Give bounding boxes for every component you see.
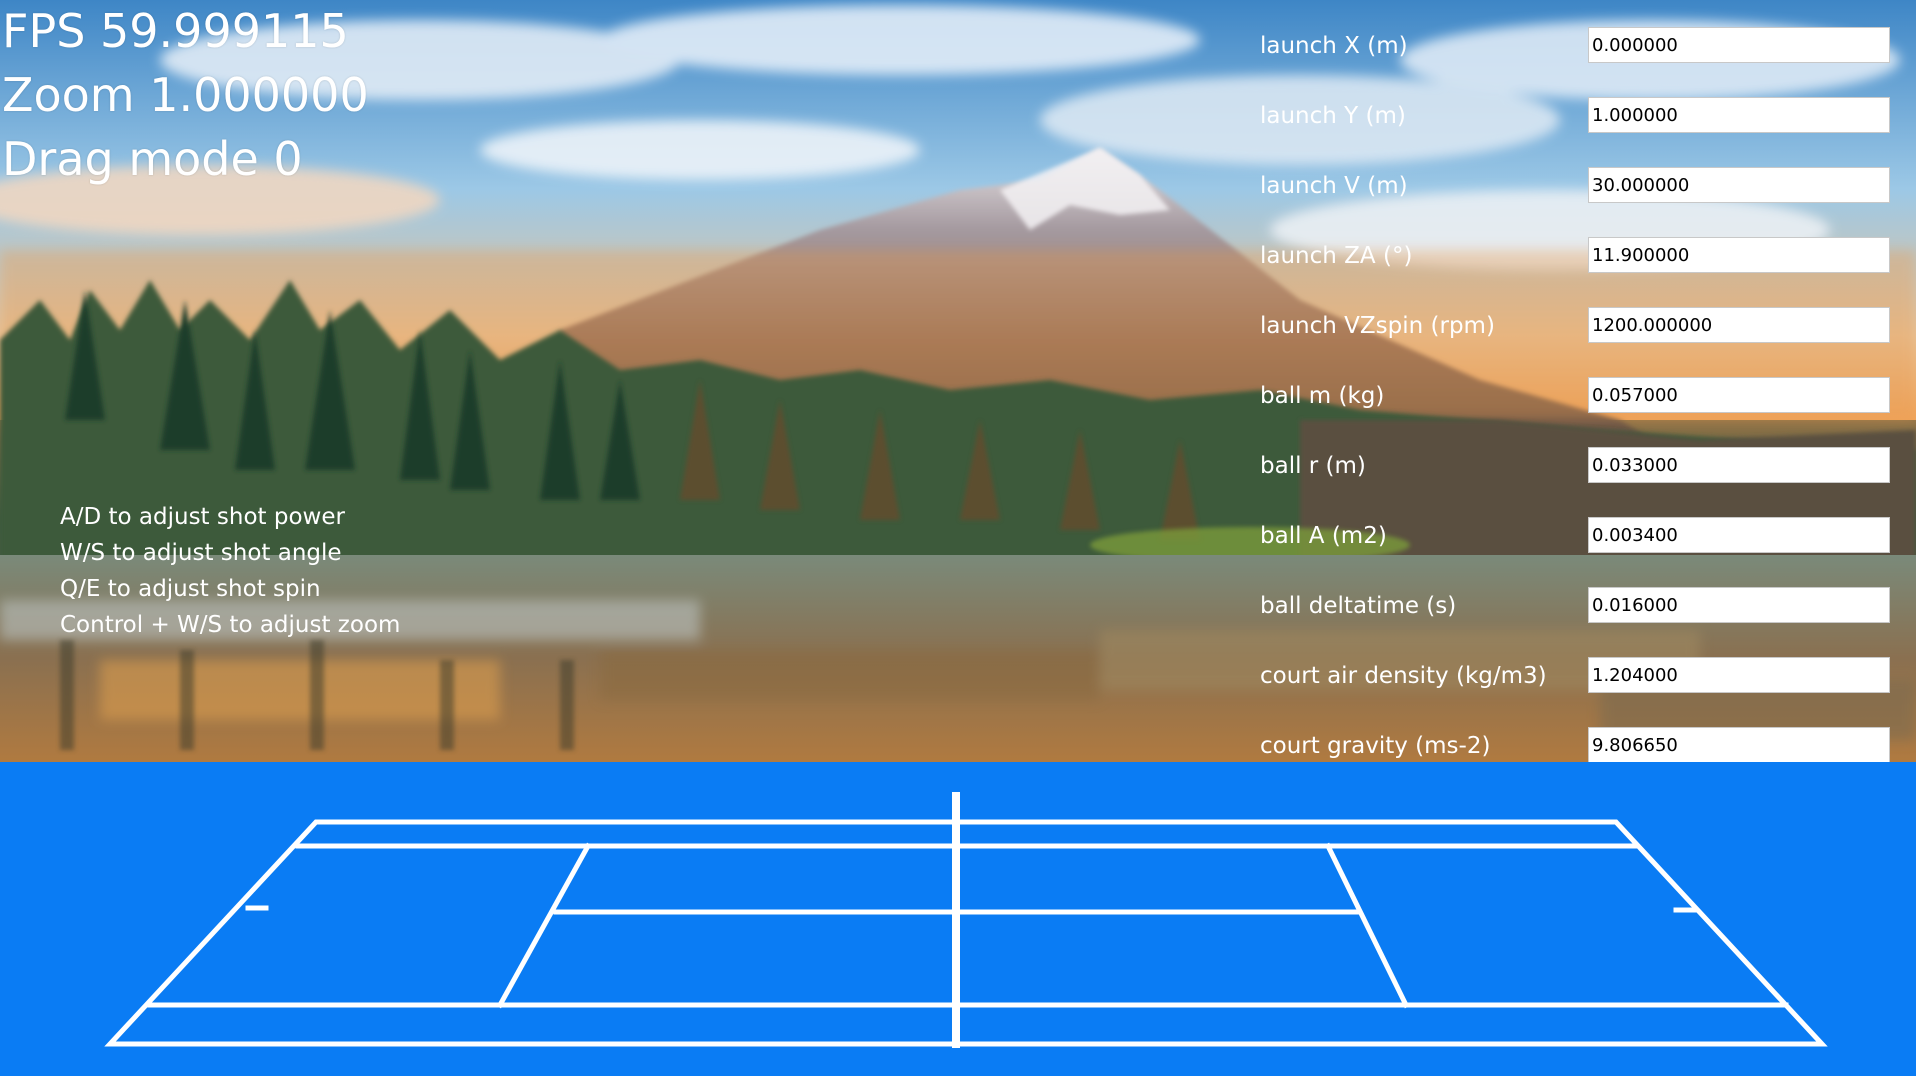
launch-y-field[interactable] xyxy=(1588,97,1890,133)
launch-za-field[interactable] xyxy=(1588,237,1890,273)
param-label-launch-vzspin: launch VZspin (rpm) xyxy=(1260,313,1495,339)
param-label-launch-x: launch X (m) xyxy=(1260,33,1408,59)
ball-a-field[interactable] xyxy=(1588,517,1890,553)
param-label-ball-m: ball m (kg) xyxy=(1260,383,1385,409)
param-label-ball-r: ball r (m) xyxy=(1260,453,1366,479)
ball-r-field[interactable] xyxy=(1588,447,1890,483)
param-label-ball-deltatime: ball deltatime (s) xyxy=(1260,593,1457,619)
help-line-power: A/D to adjust shot power xyxy=(60,504,345,530)
drag-mode-readout: Drag mode 0 xyxy=(2,132,303,186)
param-label-launch-v: launch V (m) xyxy=(1260,173,1408,199)
launch-x-field[interactable] xyxy=(1588,27,1890,63)
help-line-spin: Q/E to adjust shot spin xyxy=(60,576,321,602)
court-gravity-field[interactable] xyxy=(1588,727,1890,763)
param-label-court-gravity: court gravity (ms-2) xyxy=(1260,733,1491,759)
tennis-court-area[interactable] xyxy=(0,762,1916,1076)
param-label-court-air-density: court air density (kg/m3) xyxy=(1260,663,1547,689)
param-label-launch-za: launch ZA (°) xyxy=(1260,243,1413,269)
launch-vzspin-field[interactable] xyxy=(1588,307,1890,343)
fps-readout: FPS 59.999115 xyxy=(2,4,349,58)
court-air-density-field[interactable] xyxy=(1588,657,1890,693)
game-viewport[interactable]: FPS 59.999115 Zoom 1.000000 Drag mode 0 … xyxy=(0,0,1916,1076)
tennis-court xyxy=(0,762,1916,1076)
launch-v-field[interactable] xyxy=(1588,167,1890,203)
help-line-angle: W/S to adjust shot angle xyxy=(60,540,342,566)
help-line-zoom: Control + W/S to adjust zoom xyxy=(60,612,401,638)
ball-m-field[interactable] xyxy=(1588,377,1890,413)
ball-deltatime-field[interactable] xyxy=(1588,587,1890,623)
param-label-ball-a: ball A (m2) xyxy=(1260,523,1387,549)
zoom-readout: Zoom 1.000000 xyxy=(2,68,369,122)
param-label-launch-y: launch Y (m) xyxy=(1260,103,1406,129)
